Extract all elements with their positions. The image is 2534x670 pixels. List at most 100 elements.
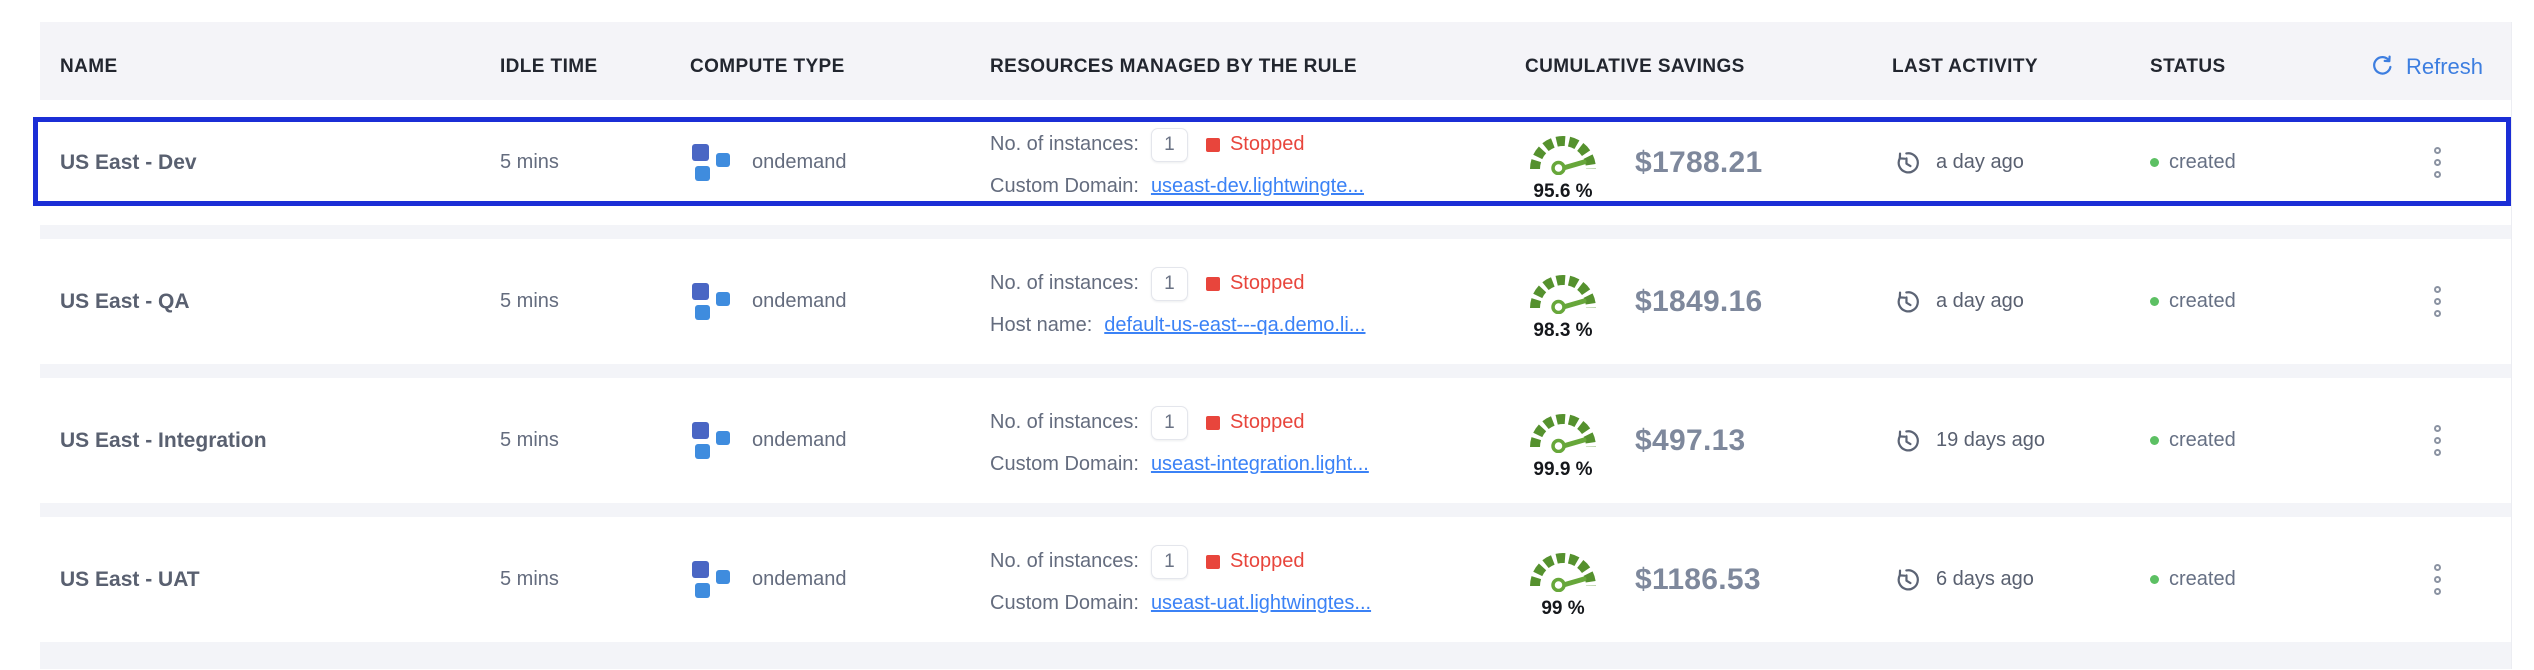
stopped-square-icon [1206,138,1220,152]
resource-link[interactable]: useast-integration.light... [1151,453,1369,476]
resource-link[interactable]: useast-uat.lightwingtes... [1151,592,1371,615]
rules-table-page: NAME IDLE TIME COMPUTE TYPE RESOURCES MA… [0,0,2534,670]
resource-link[interactable]: default-us-east---qa.demo.li... [1104,314,1365,337]
gauge-icon [1525,540,1601,592]
savings-percent: 99.9 % [1525,459,1601,481]
row-actions-kebab-button[interactable] [2428,419,2447,462]
compute-cluster-icon [690,141,734,185]
rule-name: US East - Dev [60,151,197,174]
col-header-last-activity: LAST ACTIVITY [1872,56,2130,78]
savings-percent: 98.3 % [1525,320,1601,342]
status-dot-icon [2150,158,2159,167]
compute-cluster-icon [690,419,734,463]
instances-label: No. of instances: [990,133,1139,156]
instances-count: 1 [1151,267,1188,301]
bottom-strip [40,642,2511,669]
compute-type: ondemand [752,151,847,174]
resource-link[interactable]: useast-dev.lightwingte... [1151,175,1364,198]
stopped-square-icon [1206,416,1220,430]
instance-state: Stopped [1230,133,1305,156]
status-label: created [2169,290,2236,313]
row-separator [40,364,2511,378]
resource-label: Custom Domain: [990,592,1139,615]
refresh-label: Refresh [2406,54,2483,80]
status-label: created [2169,568,2236,591]
row-actions-kebab-button[interactable] [2428,280,2447,323]
last-activity: a day ago [1936,151,2024,174]
compute-type: ondemand [752,568,847,591]
stopped-square-icon [1206,277,1220,291]
kebab-menu-icon [2434,564,2441,571]
idle-time: 5 mins [500,568,559,590]
history-icon [1892,427,1920,455]
col-header-cumulative-savings: CUMULATIVE SAVINGS [1505,56,1872,78]
instances-label: No. of instances: [990,272,1139,295]
instances-label: No. of instances: [990,550,1139,573]
last-activity: a day ago [1936,290,2024,313]
savings-gauge: 98.3 % [1525,262,1601,342]
kebab-menu-icon [2434,286,2441,293]
instances-count: 1 [1151,545,1188,579]
rule-name: US East - UAT [60,568,200,591]
status-dot-icon [2150,575,2159,584]
col-header-status: STATUS [2130,56,2343,78]
savings-gauge: 95.6 % [1525,123,1601,203]
savings-amount: $1186.53 [1635,563,1761,597]
compute-cluster-icon [690,280,734,324]
idle-time: 5 mins [500,429,559,451]
resource-label: Host name: [990,314,1092,337]
row-separator [40,503,2511,517]
instances-count: 1 [1151,406,1188,440]
gauge-icon [1525,262,1601,314]
kebab-menu-icon [2434,147,2441,154]
savings-amount: $1788.21 [1635,146,1763,180]
gauge-icon [1525,401,1601,453]
status-dot-icon [2150,436,2159,445]
status-label: created [2169,429,2236,452]
savings-percent: 95.6 % [1525,181,1601,203]
last-activity: 6 days ago [1936,568,2034,591]
stopped-square-icon [1206,555,1220,569]
savings-gauge: 99 % [1525,540,1601,620]
instances-label: No. of instances: [990,411,1139,434]
gauge-icon [1525,123,1601,175]
kebab-menu-icon [2434,425,2441,432]
last-activity: 19 days ago [1936,429,2045,452]
col-header-idle-time: IDLE TIME [480,56,670,78]
compute-type: ondemand [752,290,847,313]
table-row[interactable]: US East - UAT 5 mins ondemand No. of ins… [40,517,2511,642]
col-header-resources: RESOURCES MANAGED BY THE RULE [970,56,1505,78]
savings-gauge: 99.9 % [1525,401,1601,481]
instance-state: Stopped [1230,272,1305,295]
table-header: NAME IDLE TIME COMPUTE TYPE RESOURCES MA… [40,22,2511,100]
table-body: US East - Dev 5 mins ondemand No. of ins… [40,100,2511,642]
rule-name: US East - QA [60,290,190,313]
status-label: created [2169,151,2236,174]
savings-percent: 99 % [1525,598,1601,620]
resource-label: Custom Domain: [990,453,1139,476]
table-row[interactable]: US East - Dev 5 mins ondemand No. of ins… [40,100,2511,225]
history-icon [1892,566,1920,594]
status-dot-icon [2150,297,2159,306]
table-row[interactable]: US East - QA 5 mins ondemand No. of inst… [40,239,2511,364]
history-icon [1892,149,1920,177]
table-row[interactable]: US East - Integration 5 mins ondemand No… [40,378,2511,503]
compute-type: ondemand [752,429,847,452]
idle-time: 5 mins [500,151,559,173]
instance-state: Stopped [1230,411,1305,434]
col-header-compute-type: COMPUTE TYPE [670,56,970,78]
resource-label: Custom Domain: [990,175,1139,198]
history-icon [1892,288,1920,316]
col-header-name: NAME [40,56,480,78]
savings-amount: $497.13 [1635,424,1746,458]
refresh-button[interactable]: Refresh [2370,54,2483,80]
row-actions-kebab-button[interactable] [2428,141,2447,184]
row-separator [40,225,2511,239]
rules-table: NAME IDLE TIME COMPUTE TYPE RESOURCES MA… [40,22,2512,669]
instances-count: 1 [1151,128,1188,162]
savings-amount: $1849.16 [1635,285,1763,319]
refresh-icon [2370,55,2394,79]
row-actions-kebab-button[interactable] [2428,558,2447,601]
rule-name: US East - Integration [60,429,267,452]
instance-state: Stopped [1230,550,1305,573]
